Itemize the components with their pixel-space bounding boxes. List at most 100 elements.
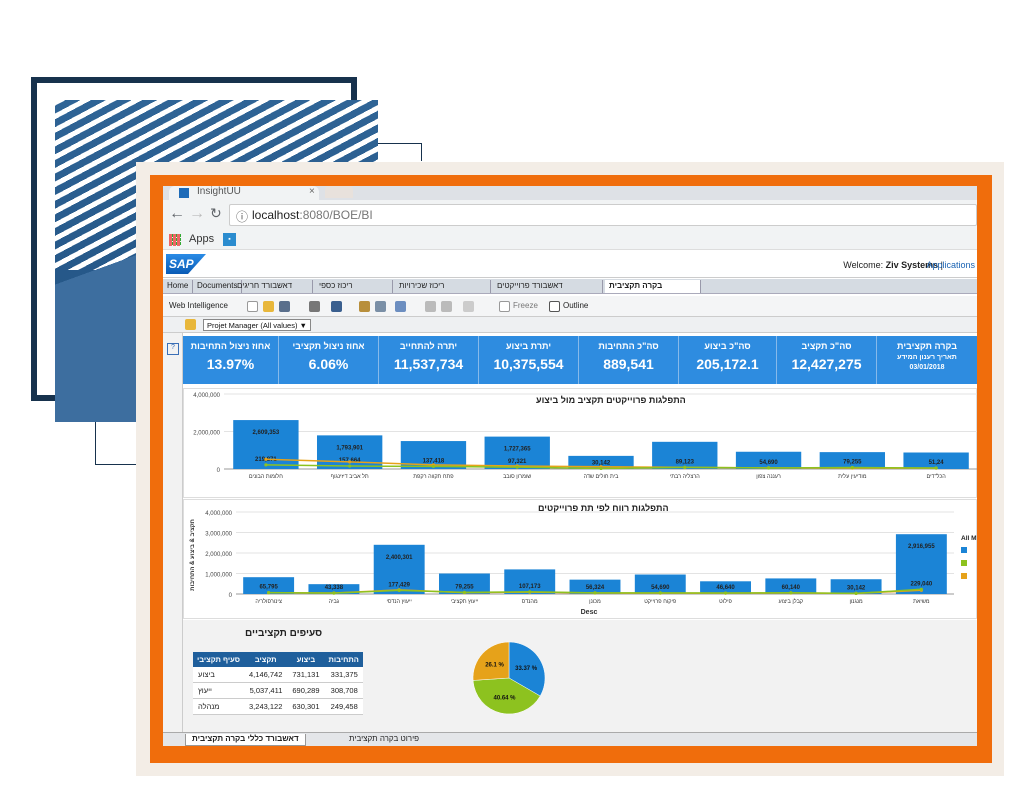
table-cell: 690,289 xyxy=(287,682,325,699)
y-tick-label: 2,000,000 xyxy=(205,552,232,558)
table-cell: ייעוץ xyxy=(193,682,245,699)
freeze-button[interactable]: Freeze xyxy=(513,301,538,310)
browser-tab[interactable]: InsightUU × xyxy=(169,186,319,200)
find-icon[interactable] xyxy=(331,301,342,312)
open-folder-icon[interactable] xyxy=(263,301,274,312)
web-intelligence-menu[interactable]: Web Intelligence xyxy=(169,301,228,310)
bookmark-icon[interactable]: ▪ xyxy=(223,233,236,246)
subprojects-chart: 0 1,000,000 2,000,000 3,000,000 4,000,000 65,… xyxy=(190,511,977,616)
new-tab-button[interactable] xyxy=(325,186,353,198)
projects-chart-title: התפלגות פרוייקטים תקציב מול ביצוע xyxy=(536,395,686,405)
sheet-tab-detail[interactable]: פירוט בקרה תקציבית xyxy=(343,734,425,746)
pie-label: 40.64 % xyxy=(494,695,517,701)
undo-icon[interactable] xyxy=(425,301,436,312)
tab-home[interactable]: Home xyxy=(163,280,194,293)
tab-projects-dashboard[interactable]: דאשבורד פרוייקטים xyxy=(493,280,603,293)
data-label: 1,727,365 xyxy=(504,447,531,453)
forward-icon[interactable]: → xyxy=(189,205,205,223)
reload-icon[interactable]: ↻ xyxy=(210,205,222,222)
pie-slice xyxy=(472,641,510,681)
redo-icon[interactable] xyxy=(441,301,452,312)
series-point xyxy=(919,587,923,591)
data-label: 30,142 xyxy=(847,585,866,591)
browser-tabstrip: InsightUU × xyxy=(163,186,977,200)
legend-swatch xyxy=(961,547,967,553)
back-icon[interactable]: ← xyxy=(169,205,185,223)
tab-financial-summary[interactable]: ריכוז כספי xyxy=(315,280,393,293)
series-point xyxy=(348,464,352,468)
subprojects-chart-title: התפלגות רווח לפי תת פרוייקטים xyxy=(538,503,669,513)
tab-exceptions-dashboard[interactable]: דאשבורד חריגים xyxy=(233,280,313,293)
series-point xyxy=(766,466,771,470)
x-tick-label: קבלן ביצוע xyxy=(778,598,803,605)
data-label: 97,321 xyxy=(508,459,527,465)
table-header-row: סעיף תקציבי תקציב ביצוע התחיבות xyxy=(193,652,363,667)
data-label: 54,690 xyxy=(759,460,778,466)
decorative-line xyxy=(378,143,422,161)
sheet-tab-general-dashboard[interactable]: דאשבורד כללי בקרה תקציבית xyxy=(185,734,306,746)
favicon-icon xyxy=(179,188,189,198)
column-header: ביצוע xyxy=(287,652,325,667)
data-label: 56,324 xyxy=(586,585,605,591)
x-tick-label: פתח תקווה רקפת xyxy=(413,474,454,480)
data-label: 2,609,353 xyxy=(253,430,280,436)
series-point xyxy=(854,591,858,595)
data-label: 43,338 xyxy=(325,585,344,591)
email-icon[interactable] xyxy=(395,301,406,312)
applications-link[interactable]: Applications xyxy=(926,260,975,270)
subprojects-chart-panel: התפלגות רווח לפי תת פרוייקטים 0 1,000,000… xyxy=(183,499,977,619)
print-icon[interactable] xyxy=(309,301,320,312)
close-tab-icon[interactable]: × xyxy=(309,186,315,197)
kpi-budget-control: בקרה תקציבית תאריך רענון המידע 03/01/201… xyxy=(897,341,957,371)
freeze-icon[interactable] xyxy=(499,301,510,312)
browser-tab-title: InsightUU xyxy=(197,186,241,197)
pie-label: 26.1 % xyxy=(485,662,504,668)
table-cell: 4,146,742 xyxy=(244,667,288,683)
data-label: 107,173 xyxy=(519,584,541,590)
tab-rentals-summary[interactable]: ריכוז שכירויות xyxy=(395,280,491,293)
projects-chart: 02,000,0004,000,0002,609,353219,871חלומו… xyxy=(193,393,977,480)
x-tick-label: מודיעין עלית xyxy=(838,473,867,480)
outline-icon[interactable] xyxy=(549,301,560,312)
x-tick-label: הרצליה רבתי xyxy=(670,473,700,480)
info-panel-icon[interactable]: ? xyxy=(167,343,179,355)
series-point xyxy=(658,591,662,595)
data-label: 2,400,301 xyxy=(386,555,413,561)
browser-window: InsightUU × ← → ↻ ⓘ localhost:8080/BOE/B… xyxy=(163,186,977,746)
apps-grid-icon[interactable] xyxy=(169,234,181,246)
series-point xyxy=(593,591,597,595)
outline-button[interactable]: Outline xyxy=(563,301,588,310)
table-cell: 308,708 xyxy=(324,682,363,699)
table-cell: 630,301 xyxy=(287,698,325,715)
save-icon[interactable] xyxy=(279,301,290,312)
new-document-icon[interactable] xyxy=(247,301,258,312)
x-tick-label: פילוט xyxy=(719,598,732,605)
tab-budget-control[interactable]: בקרה תקציבית xyxy=(605,280,701,293)
legend-title: All M xyxy=(961,535,977,542)
budget-items-panel: סעיפים תקציביים סעיף תקציבי תקציב ביצוע … xyxy=(183,620,977,733)
refresh-icon[interactable] xyxy=(463,301,474,312)
data-label: 79,255 xyxy=(843,460,862,466)
data-label: 79,255 xyxy=(455,584,474,590)
input-controls-icon[interactable] xyxy=(185,319,196,330)
kpi-total-commitment: סה"כ התחיבות 889,541 xyxy=(579,336,679,384)
filter-bar: Projet Manager (All values) ▼ xyxy=(163,317,977,333)
data-label: 2,916,955 xyxy=(908,544,935,550)
info-icon[interactable]: ⓘ xyxy=(236,208,248,225)
history-icon[interactable] xyxy=(359,301,370,312)
x-axis-title: Desc xyxy=(581,609,598,616)
data-label: 46,640 xyxy=(716,585,735,591)
x-tick-label: גביה xyxy=(329,599,340,605)
url-path: :8080/BOE/BI xyxy=(299,208,373,222)
table-row: ביצוע 4,146,742 731,131 331,375 xyxy=(193,667,363,683)
column-header: תקציב xyxy=(244,652,288,667)
url-input[interactable]: ⓘ localhost:8080/BOE/BI xyxy=(229,204,977,226)
column-header: התחיבות xyxy=(324,652,363,667)
x-tick-label: תל אביב דיזינגוף xyxy=(331,473,369,480)
export-icon[interactable] xyxy=(375,301,386,312)
apps-bookmark[interactable]: Apps xyxy=(189,233,214,245)
series-point xyxy=(683,465,687,469)
project-manager-filter[interactable]: Projet Manager (All values) ▼ xyxy=(203,319,311,331)
table-cell: מנהלה xyxy=(193,698,245,715)
kpi-remaining-execution: יתרת ביצוע 10,375,554 xyxy=(479,336,579,384)
